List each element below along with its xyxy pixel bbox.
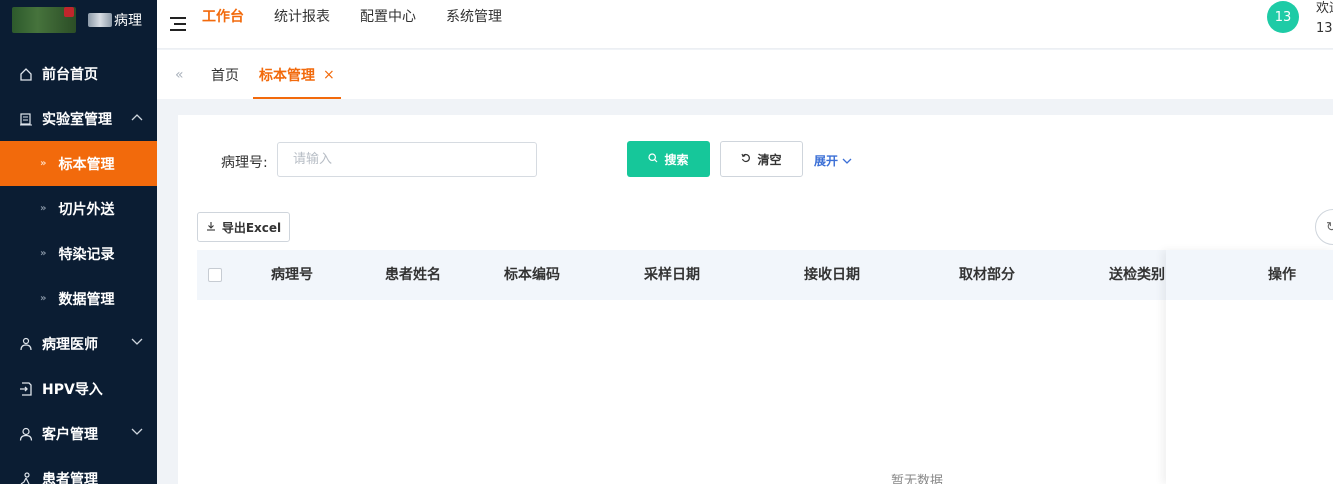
chevron-down-icon [131,426,143,439]
search-button[interactable]: 搜索 [627,141,710,177]
double-chevron-right-icon: » [40,293,47,304]
column-header[interactable]: 病理号 [271,250,313,300]
column-header-actions: 操作 [1166,250,1333,300]
column-header[interactable]: 送检类别 [1109,250,1165,300]
import-icon [18,381,34,397]
tab-specimen-management[interactable]: 标本管理 × [253,50,341,99]
user-greeting-line1: 欢迎 [1316,1,1333,16]
sidebar-nav: 前台首页 实验室管理 » 标本管理 » 切片外送 » 特染记录 » 数据管理 病… [0,51,157,484]
user-greeting[interactable]: 欢迎 138 [1316,0,1333,39]
logo-image [12,6,76,33]
expand-toggle[interactable]: 展开 [814,152,852,169]
column-header[interactable]: 患者姓名 [385,250,441,300]
refresh-icon[interactable]: ↻ [1315,209,1333,245]
sidebar-item-patient[interactable]: 患者管理 [0,456,157,484]
page-tabs: « 首页 标本管理 × [157,50,1333,99]
tab-home[interactable]: 首页 [211,50,239,99]
export-excel-label: 导出Excel [221,220,282,235]
top-nav-workbench[interactable]: 工作台 [202,6,244,26]
home-icon [18,66,34,82]
top-nav-config-center[interactable]: 配置中心 [360,6,416,26]
sidebar-item-pathologist[interactable]: 病理医师 [0,321,157,366]
sidebar-item-home[interactable]: 前台首页 [0,51,157,96]
patient-icon [18,471,34,484]
logo: 病理 [0,0,157,39]
avatar[interactable]: 13 [1267,1,1299,33]
table-header: 病理号 患者姓名 标本编码 采样日期 接收日期 取材部分 送检类别 [197,250,1333,300]
sidebar-item-label: 切片外送 [58,201,115,218]
sidebar-item-label: 客户管理 [42,426,98,443]
clear-button[interactable]: 清空 [720,141,803,177]
sidebar-item-special-stain[interactable]: » 特染记录 [0,231,157,276]
column-header[interactable]: 接收日期 [804,250,860,300]
sidebar-item-data-management[interactable]: » 数据管理 [0,276,157,321]
sidebar-item-label: HPV导入 [42,381,103,398]
chevron-down-icon [842,154,852,168]
expand-label: 展开 [814,154,839,168]
column-header[interactable]: 取材部分 [959,250,1015,300]
sidebar-item-label: 前台首页 [42,66,98,83]
sidebar-item-label: 实验室管理 [42,111,112,128]
select-all-checkbox[interactable] [208,268,222,282]
sidebar-item-lab[interactable]: 实验室管理 [0,96,157,141]
tab-label: 标本管理 [259,67,315,84]
top-nav-statistics[interactable]: 统计报表 [274,6,330,26]
user-icon [18,426,34,442]
download-icon [206,221,216,234]
sidebar-item-slide-outsource[interactable]: » 切片外送 [0,186,157,231]
menu-toggle-icon[interactable] [170,17,186,31]
sidebar-item-label: 病理医师 [42,336,98,353]
sidebar-item-customer[interactable]: 客户管理 [0,411,157,456]
search-button-label: 搜索 [664,152,689,167]
search-icon [648,152,658,166]
doctor-icon [18,336,34,352]
sidebar-item-label: 数据管理 [58,291,115,308]
top-nav: 工作台 统计报表 配置中心 系统管理 [202,6,532,26]
logo-blurred-text [88,12,112,27]
chevron-down-icon [131,336,143,349]
sidebar-item-label: 患者管理 [42,471,98,484]
reset-icon [741,153,751,166]
pathology-number-label: 病理号: [221,155,268,171]
column-header[interactable]: 标本编码 [504,250,560,300]
double-chevron-right-icon: » [40,158,47,169]
chevron-up-icon [131,111,143,124]
table-fixed-action-column: 操作 [1166,250,1333,484]
logo-text: 病理 [114,12,142,29]
user-greeting-line2: 138 [1316,21,1333,36]
export-excel-button[interactable]: 导出Excel [197,212,290,242]
double-chevron-right-icon: » [40,203,47,214]
lab-icon [18,111,34,127]
close-icon[interactable]: × [323,67,335,83]
sidebar-item-hpv-import[interactable]: HPV导入 [0,366,157,411]
pathology-number-input[interactable] [277,142,537,177]
sidebar-item-specimen[interactable]: » 标本管理 [0,141,157,186]
table-empty-text: 暂无数据 [891,474,944,484]
sidebar-item-label: 标本管理 [58,156,115,173]
double-chevron-right-icon: » [40,248,47,259]
top-nav-system-management[interactable]: 系统管理 [446,6,502,26]
clear-button-label: 清空 [757,152,782,167]
double-chevron-left-icon[interactable]: « [175,67,189,83]
top-header: 工作台 统计报表 配置中心 系统管理 13 欢迎 138 [157,0,1333,49]
main-content: 病理号: 搜索 清空 展开 导出Excel ↻ 病理号 患者姓名 标本编码 采样… [178,115,1333,484]
column-header[interactable]: 采样日期 [644,250,700,300]
tab-label: 首页 [211,67,239,84]
sidebar: 病理 前台首页 实验室管理 » 标本管理 » 切片外送 » 特染记录 » 数据管… [0,0,157,484]
sidebar-item-label: 特染记录 [58,246,115,263]
